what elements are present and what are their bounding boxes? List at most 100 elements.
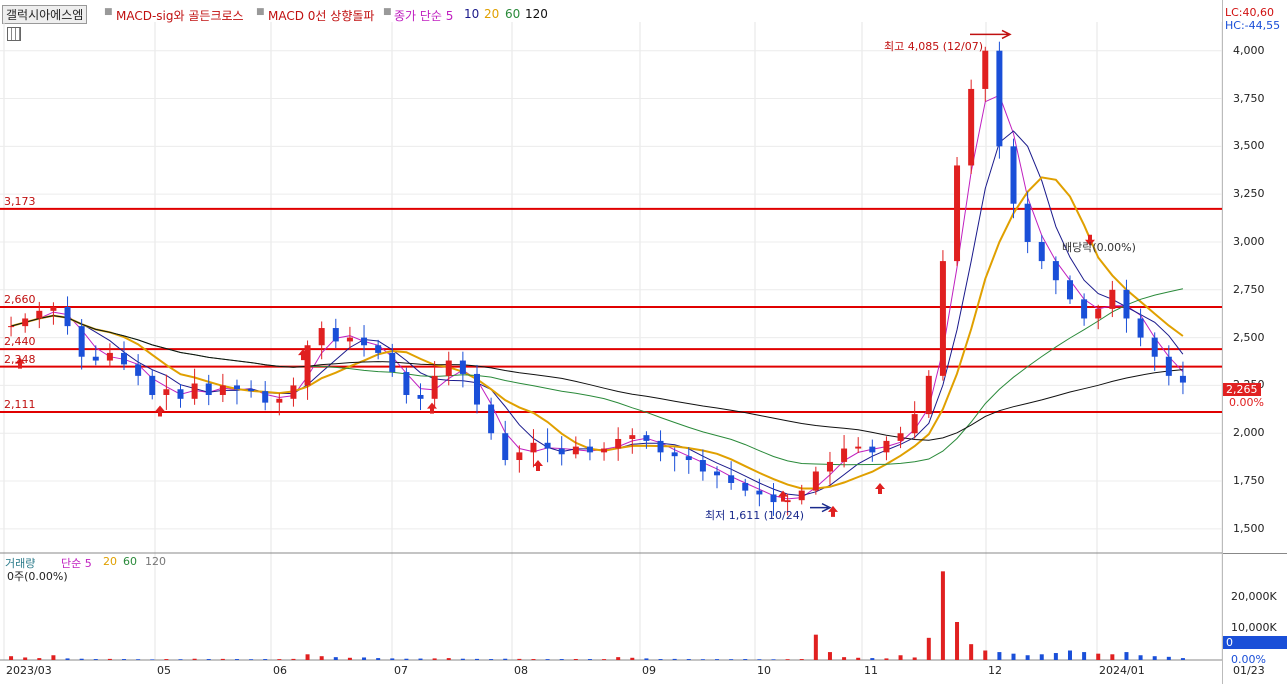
candle-body [685,456,692,461]
volume-bar [263,659,268,660]
volume-bar [305,654,310,660]
candle-body [742,482,749,491]
candle-body [332,328,339,342]
volume-bar [65,658,70,660]
volume-bar [150,659,155,660]
volume-bar [277,659,282,660]
candle-body [473,373,480,405]
candle-body [78,326,85,357]
candle-body [445,360,452,376]
volume-bar [79,658,84,660]
candle-body [431,375,438,399]
candle-body [92,356,99,361]
volume-bar [178,659,183,660]
price-chart[interactable] [0,0,1222,684]
volume-bar [842,657,847,660]
volume-bar [630,657,635,660]
volume-bar [955,622,960,660]
buy-signal-icon [155,405,165,417]
candle-body [558,448,565,455]
volume-current-badge: 0 [1223,636,1287,649]
candle-body [629,435,636,439]
volume-bar [743,659,748,660]
x-tick-label: 09 [642,664,656,677]
volume-bar [771,659,776,660]
y-tick-label: 3,000 [1233,234,1265,248]
moving-average-line [10,94,1184,500]
candle-body [982,50,989,89]
candle-body [1109,289,1116,309]
candle-body [643,435,650,441]
volume-bar [122,659,127,660]
candle-body [615,438,622,449]
volume-ma60: 60 [123,555,137,568]
candle-body [925,375,932,415]
x-tick-label: 11 [864,664,878,677]
volume-bar [870,658,875,660]
volume-bar [757,659,762,660]
xaxis-last-label: 01/23 [1233,664,1265,677]
volume-bar [333,657,338,660]
candle-body [1165,356,1172,376]
volume-bar [206,659,211,660]
volume-bar [291,658,296,660]
candle-body [784,500,791,503]
support-line-label: 2,111 [4,398,36,411]
y-tick-label: 4,000 [1233,43,1265,57]
x-tick-label: 05 [157,664,171,677]
candle-body [488,404,495,434]
candle-body [516,452,523,461]
candle-body [1081,299,1088,319]
volume-bar [1180,658,1185,660]
candle-body [939,261,946,376]
candle-body [869,446,876,453]
buy-signal-icon [778,490,788,502]
dividend-annotation: 배당락(0.00%) [1062,241,1136,254]
y-tick-label: 1,750 [1233,474,1265,488]
volume-bar [686,659,691,660]
volume-bar [1152,656,1157,660]
volume-bar [602,659,607,660]
volume-bar [856,657,861,660]
candle-body [459,360,466,374]
volume-bar [1110,654,1115,660]
volume-bar [545,659,550,660]
x-tick-label: 06 [273,664,287,677]
candle-body [911,414,918,434]
x-tick-label: 2024/01 [1099,664,1145,677]
volume-bar [192,658,197,660]
candle-body [36,310,43,319]
y-tick-label: 2,750 [1233,282,1265,296]
x-tick-label: 12 [988,664,1002,677]
candle-body [1095,308,1102,319]
candle-body [248,389,255,392]
current-price-badge: 2,265 [1223,383,1261,396]
volume-bar [1138,655,1143,660]
candle-body [897,433,904,441]
candle-body [1123,289,1130,319]
candle-body [163,389,170,395]
volume-bar [531,659,536,660]
volume-bar [1166,656,1171,660]
volume-bar [799,659,804,660]
x-tick-label: 2023/03 [6,664,52,677]
candle-body [304,345,311,386]
candle-body [699,460,706,472]
candle-body [1052,261,1059,281]
candle-body [417,394,424,399]
x-tick-label: 07 [394,664,408,677]
low-arrow-icon [810,502,832,513]
candle-body [968,88,975,166]
volume-bar [785,659,790,660]
candle-body [375,345,382,353]
volume-bar [51,655,56,660]
volume-bar [418,658,423,660]
volume-bar [136,659,141,660]
candle-body [855,446,862,449]
volume-bar [1082,652,1087,660]
volume-bar [249,659,254,660]
volume-bar [517,658,522,660]
volume-bar [729,659,734,660]
moving-average-line [10,130,1184,497]
volume-bar [573,658,578,660]
